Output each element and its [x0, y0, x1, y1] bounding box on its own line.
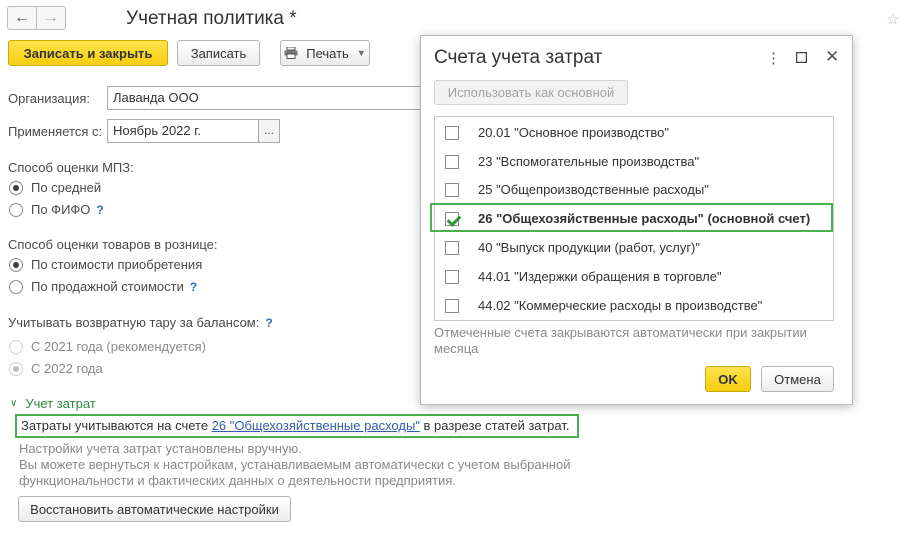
- more-vertical-icon[interactable]: ⋮: [766, 49, 781, 67]
- ok-button[interactable]: OK: [705, 366, 751, 392]
- cost-account-summary: Затраты учитываются на счете 26 "Общехоз…: [15, 414, 579, 438]
- radio-purchase-cost[interactable]: По стоимости приобретения: [9, 257, 202, 272]
- radio-button[interactable]: [9, 279, 23, 294]
- tare-label: Учитывать возвратную тару за балансом:: [8, 315, 260, 330]
- use-as-main-button[interactable]: Использовать как основной: [434, 80, 628, 105]
- selection-highlight: [430, 203, 833, 232]
- star-icon[interactable]: ☆: [886, 10, 899, 28]
- checkbox[interactable]: [445, 125, 459, 140]
- note-line: Настройки учета затрат установлены вручн…: [19, 441, 302, 456]
- printer-icon: [284, 46, 298, 59]
- print-button[interactable]: Печать ▼: [280, 40, 370, 66]
- checkbox[interactable]: [445, 298, 459, 313]
- list-item[interactable]: 40 "Выпуск продукции (работ, услуг)": [435, 233, 833, 262]
- manual-settings-note: Настройки учета затрат установлены вручн…: [19, 441, 570, 489]
- print-label: Печать: [306, 45, 349, 61]
- checkbox[interactable]: [445, 211, 459, 226]
- help-icon[interactable]: ?: [190, 280, 197, 294]
- help-icon[interactable]: ?: [96, 203, 103, 217]
- list-item[interactable]: 23 "Вспомогательные производства": [435, 147, 833, 176]
- tare-label-row: Учитывать возвратную тару за балансом: ?: [8, 315, 273, 330]
- organization-field[interactable]: Лаванда ООО: [107, 86, 427, 110]
- retail-method-label: Способ оценки товаров в рознице:: [8, 237, 218, 252]
- radio-label: По ФИФО: [31, 202, 91, 217]
- radio-button[interactable]: [9, 361, 23, 376]
- radio-fifo[interactable]: По ФИФО ?: [9, 202, 104, 217]
- applies-from-label: Применяется с:: [8, 124, 103, 139]
- radio-average[interactable]: По средней: [9, 180, 101, 195]
- back-button[interactable]: ←: [7, 6, 37, 30]
- accounts-list: 20.01 "Основное производство" 23 "Вспомо…: [430, 116, 834, 321]
- arrow-left-icon: ←: [14, 9, 30, 26]
- mpz-method-label: Способ оценки МПЗ:: [8, 160, 134, 175]
- account-label: 23 "Вспомогательные производства": [478, 154, 700, 169]
- radio-from-2021[interactable]: С 2021 года (рекомендуется): [9, 339, 206, 354]
- group-label: Учет затрат: [25, 396, 96, 411]
- chevron-down-icon: ▼: [356, 48, 366, 58]
- account-label: 44.01 "Издержки обращения в торговле": [478, 269, 722, 284]
- account-label: 40 "Выпуск продукции (работ, услуг)": [478, 240, 701, 255]
- cost-account-link[interactable]: 26 "Общехозяйственные расходы": [212, 418, 420, 433]
- account-label: 20.01 "Основное производство": [478, 125, 670, 140]
- account-label: 44.02 "Коммерческие расходы в производст…: [478, 298, 763, 313]
- radio-label: По продажной стоимости: [31, 279, 184, 294]
- forward-button[interactable]: →: [36, 6, 66, 30]
- radio-label: По стоимости приобретения: [31, 257, 203, 272]
- radio-label: С 2022 года: [31, 361, 103, 376]
- list-item[interactable]: 44.02 "Коммерческие расходы в производст…: [435, 291, 833, 320]
- radio-button[interactable]: [9, 180, 23, 195]
- checkbox[interactable]: [445, 240, 459, 255]
- save-and-close-button[interactable]: Записать и закрыть: [8, 40, 168, 66]
- radio-label: По средней: [31, 180, 102, 195]
- help-icon[interactable]: ?: [265, 316, 272, 330]
- radio-label: С 2021 года (рекомендуется): [31, 339, 206, 354]
- dialog-title: Счета учета затрат: [434, 47, 603, 68]
- restore-auto-settings-button[interactable]: Восстановить автоматические настройки: [18, 496, 291, 522]
- applies-from-field[interactable]: Ноябрь 2022 г.: [107, 119, 259, 143]
- note-line: Отмеченные счета закрываются автоматичес…: [434, 325, 807, 340]
- list-item[interactable]: 44.01 "Издержки обращения в торговле": [435, 262, 833, 291]
- account-label: 25 "Общепроизводственные расходы": [478, 182, 709, 197]
- close-icon[interactable]: ✕: [825, 47, 839, 67]
- checkbox[interactable]: [445, 269, 459, 284]
- note-line: месяца: [434, 341, 479, 356]
- maximize-icon[interactable]: [795, 50, 808, 67]
- radio-from-2022[interactable]: С 2022 года: [9, 361, 103, 376]
- radio-button[interactable]: [9, 339, 23, 354]
- arrow-right-icon: →: [43, 9, 59, 26]
- checkbox[interactable]: [445, 182, 459, 197]
- list-item[interactable]: 26 "Общехозяйственные расходы" (основной…: [430, 203, 833, 233]
- organization-label: Организация:: [8, 91, 91, 106]
- note-line: функциональности и фактических данных о …: [19, 473, 457, 488]
- list-item[interactable]: 20.01 "Основное производство": [435, 118, 833, 147]
- radio-button[interactable]: [9, 257, 23, 272]
- select-period-button[interactable]: ...: [258, 119, 280, 143]
- cost-accounts-dialog: Счета учета затрат ⋮ ✕ Использовать как …: [420, 35, 853, 405]
- checkbox[interactable]: [445, 154, 459, 169]
- save-button[interactable]: Записать: [177, 40, 260, 66]
- dialog-note: Отмеченные счета закрываются автоматичес…: [434, 325, 834, 357]
- cost-accounting-group[interactable]: ∨ Учет затрат: [10, 396, 96, 411]
- page-title: Учетная политика *: [126, 8, 297, 29]
- list-item[interactable]: 25 "Общепроизводственные расходы": [435, 175, 833, 204]
- chevron-down-icon: ∨: [10, 398, 18, 409]
- radio-button[interactable]: [9, 202, 23, 217]
- note-line: Вы можете вернуться к настройкам, устана…: [19, 457, 571, 472]
- summary-text-after: в разрезе статей затрат.: [419, 418, 570, 433]
- summary-text-before: Затраты учитываются на счете: [21, 418, 212, 433]
- cancel-button[interactable]: Отмена: [761, 366, 834, 392]
- radio-sale-price[interactable]: По продажной стоимости ?: [9, 279, 197, 294]
